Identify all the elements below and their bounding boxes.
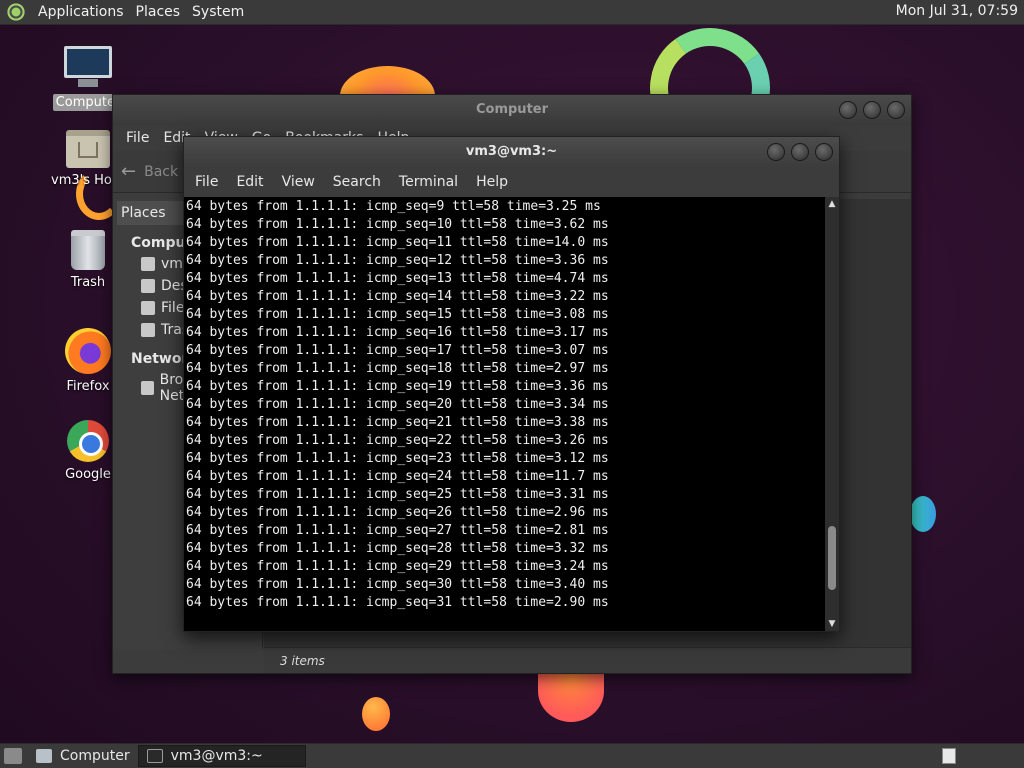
desktop-icon-label: Firefox	[66, 379, 110, 394]
terminal-line: 64 bytes from 1.1.1.1: icmp_seq=9 ttl=58…	[186, 199, 601, 214]
terminal-line: 64 bytes from 1.1.1.1: icmp_seq=22 ttl=5…	[186, 433, 609, 448]
terminal-line: 64 bytes from 1.1.1.1: icmp_seq=21 ttl=5…	[186, 415, 609, 430]
terminal-window[interactable]: vm3@vm3:~ File Edit View Search Terminal…	[183, 136, 840, 632]
scroll-down-arrow-icon[interactable]: ▼	[825, 617, 839, 631]
terminal-scrollbar[interactable]: ▲ ▼	[825, 197, 839, 631]
window-titlebar[interactable]: Computer	[113, 95, 911, 125]
computer-icon	[64, 46, 112, 90]
terminal-line: 64 bytes from 1.1.1.1: icmp_seq=23 ttl=5…	[186, 451, 609, 466]
desktop-icon-label: Trash	[70, 275, 106, 290]
desktop-icon	[141, 279, 155, 293]
terminal-line: 64 bytes from 1.1.1.1: icmp_seq=12 ttl=5…	[186, 253, 609, 268]
distro-logo-icon[interactable]	[6, 2, 26, 22]
maximize-button[interactable]	[791, 143, 809, 161]
firefox-icon	[65, 328, 111, 374]
close-button[interactable]	[815, 143, 833, 161]
show-desktop-icon[interactable]	[4, 748, 22, 764]
menu-edit[interactable]: Edit	[227, 174, 272, 190]
scroll-up-arrow-icon[interactable]: ▲	[825, 197, 839, 211]
terminal-line: 64 bytes from 1.1.1.1: icmp_seq=29 ttl=5…	[186, 559, 609, 574]
terminal-line: 64 bytes from 1.1.1.1: icmp_seq=19 ttl=5…	[186, 379, 609, 394]
terminal-line: 64 bytes from 1.1.1.1: icmp_seq=26 ttl=5…	[186, 505, 609, 520]
taskbar-item-terminal[interactable]: vm3@vm3:~	[137, 745, 306, 767]
terminal-line: 64 bytes from 1.1.1.1: icmp_seq=13 ttl=5…	[186, 271, 609, 286]
menu-help[interactable]: Help	[467, 174, 517, 190]
terminal-icon	[146, 749, 163, 763]
wallpaper-shape	[910, 496, 936, 532]
menu-applications[interactable]: Applications	[32, 4, 130, 20]
terminal-line: 64 bytes from 1.1.1.1: icmp_seq=25 ttl=5…	[186, 487, 609, 502]
terminal-line: 64 bytes from 1.1.1.1: icmp_seq=27 ttl=5…	[186, 523, 609, 538]
terminal-line: 64 bytes from 1.1.1.1: icmp_seq=20 ttl=5…	[186, 397, 609, 412]
terminal-line: 64 bytes from 1.1.1.1: icmp_seq=28 ttl=5…	[186, 541, 609, 556]
terminal-line: 64 bytes from 1.1.1.1: icmp_seq=17 ttl=5…	[186, 343, 609, 358]
minimize-button[interactable]	[839, 101, 857, 119]
terminal-line: 64 bytes from 1.1.1.1: icmp_seq=24 ttl=5…	[186, 469, 609, 484]
terminal-line: 64 bytes from 1.1.1.1: icmp_seq=15 ttl=5…	[186, 307, 609, 322]
back-button[interactable]: ← Back	[121, 161, 178, 182]
back-arrow-icon: ←	[121, 161, 137, 182]
maximize-button[interactable]	[863, 101, 881, 119]
close-button[interactable]	[887, 101, 905, 119]
terminal-line: 64 bytes from 1.1.1.1: icmp_seq=30 ttl=5…	[186, 577, 609, 592]
menu-system[interactable]: System	[186, 4, 250, 20]
menu-file[interactable]: File	[186, 174, 227, 190]
terminal-line: 64 bytes from 1.1.1.1: icmp_seq=18 ttl=5…	[186, 361, 609, 376]
network-icon	[141, 381, 154, 395]
window-titlebar[interactable]: vm3@vm3:~	[184, 137, 839, 167]
top-panel: Applications Places System Mon Jul 31, 0…	[0, 0, 1024, 25]
taskbar-item-computer[interactable]: Computer	[28, 745, 138, 767]
menu-places[interactable]: Places	[130, 4, 187, 20]
terminal-line: 64 bytes from 1.1.1.1: icmp_seq=16 ttl=5…	[186, 325, 609, 340]
menu-search[interactable]: Search	[324, 174, 390, 190]
wallpaper-shape	[362, 697, 390, 731]
menu-view[interactable]: View	[273, 174, 324, 190]
terminal-line: 64 bytes from 1.1.1.1: icmp_seq=10 ttl=5…	[186, 217, 609, 232]
back-label: Back	[144, 163, 179, 180]
computer-icon	[36, 749, 52, 763]
home-icon	[141, 257, 155, 271]
terminal-line: 64 bytes from 1.1.1.1: icmp_seq=14 ttl=5…	[186, 289, 609, 304]
home-folder-icon	[66, 130, 110, 168]
window-title: Computer	[475, 102, 549, 117]
terminal-menubar: File Edit View Search Terminal Help	[184, 167, 839, 197]
taskbar-item-label: Computer	[60, 748, 130, 764]
window-title: vm3@vm3:~	[465, 144, 558, 159]
panel-clock[interactable]: Mon Jul 31, 07:59	[896, 3, 1018, 19]
trash-icon	[141, 323, 155, 337]
drive-icon	[141, 301, 155, 315]
menu-file[interactable]: File	[119, 130, 156, 146]
taskbar-item-label: vm3@vm3:~	[170, 748, 263, 764]
terminal-line: 64 bytes from 1.1.1.1: icmp_seq=11 ttl=5…	[186, 235, 609, 250]
terminal-line: 64 bytes from 1.1.1.1: icmp_seq=31 ttl=5…	[186, 595, 609, 610]
minimize-button[interactable]	[767, 143, 785, 161]
workspace-switcher[interactable]	[942, 748, 956, 764]
scrollbar-thumb[interactable]	[828, 525, 836, 590]
terminal-output[interactable]: 64 bytes from 1.1.1.1: icmp_seq=9 ttl=58…	[184, 197, 827, 631]
menu-terminal[interactable]: Terminal	[390, 174, 467, 190]
chrome-icon	[67, 420, 109, 462]
status-bar: 3 items	[264, 647, 911, 673]
trash-icon	[71, 230, 105, 270]
desktop-icon-label: Google	[65, 467, 111, 482]
bottom-panel: Computer vm3@vm3:~	[0, 743, 1024, 768]
